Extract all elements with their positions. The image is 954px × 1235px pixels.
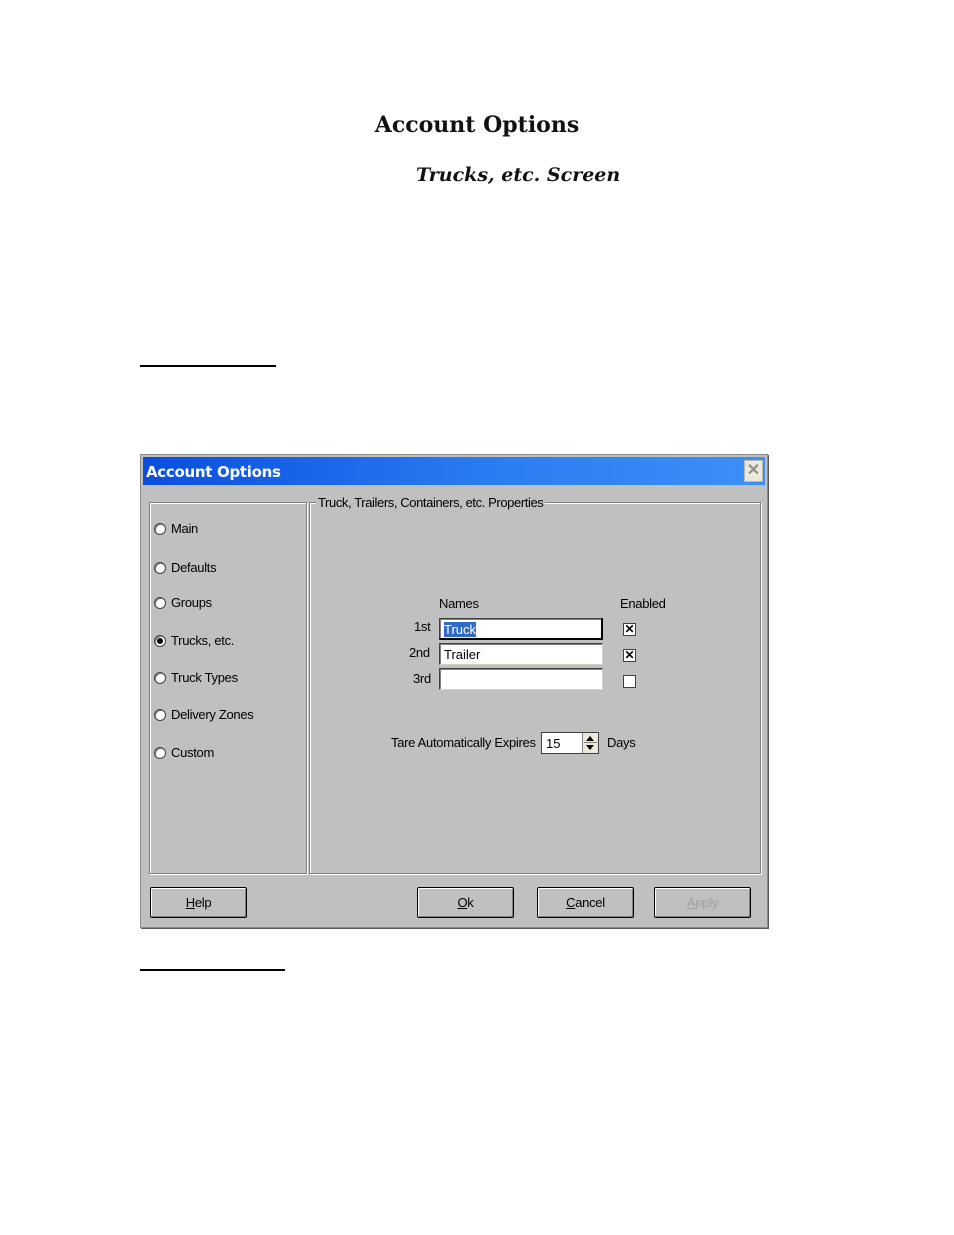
mnemonic: O [457, 895, 468, 910]
dialog-title: Account Options [146, 463, 281, 481]
tare-unit-label: Days [607, 735, 636, 750]
radio-button-icon [154, 522, 166, 535]
name-input-3rd[interactable] [439, 668, 603, 690]
document-title: Account Options [374, 112, 580, 138]
nav-radio-groups[interactable]: Groups [154, 595, 212, 610]
enabled-checkbox-3rd[interactable] [623, 675, 636, 688]
nav-radio-delivery-zones[interactable]: Delivery Zones [154, 707, 254, 722]
mnemonic: H [185, 895, 195, 910]
check-x-icon: ✕ [624, 622, 635, 636]
apply-button[interactable]: Apply [654, 887, 751, 918]
properties-group: Truck, Trailers, Containers, etc. Proper… [309, 495, 761, 874]
enabled-checkbox-1st[interactable]: ✕ [623, 623, 636, 636]
spin-down-icon[interactable] [586, 745, 594, 750]
account-options-dialog: Account Options ✕ Main Defaults Groups T… [140, 454, 768, 928]
cancel-button[interactable]: Cancel [537, 887, 634, 918]
button-label: elp [194, 895, 212, 910]
blank-underline-2 [140, 969, 285, 971]
names-header: Names [439, 596, 479, 611]
tare-days-spinner[interactable]: 15 [541, 732, 599, 754]
nav-radio-main[interactable]: Main [154, 521, 198, 536]
button-label: pply [695, 895, 719, 910]
enabled-checkbox-2nd[interactable]: ✕ [623, 649, 636, 662]
row-label-3rd: 3rd [413, 671, 431, 686]
check-x-icon: ✕ [624, 648, 635, 662]
name-input-2nd[interactable]: Trailer [439, 643, 603, 665]
row-label-2nd: 2nd [409, 645, 430, 660]
nav-radio-defaults[interactable]: Defaults [154, 560, 217, 575]
row-label-1st: 1st [414, 619, 431, 634]
close-icon: ✕ [746, 462, 761, 479]
nav-label: Main [171, 521, 198, 536]
options-nav-panel: Main Defaults Groups Trucks, etc. Truck … [149, 502, 307, 874]
spin-up-icon[interactable] [586, 736, 594, 741]
document-subtitle: Trucks, etc. Screen [416, 164, 621, 186]
spinner-value: 15 [546, 736, 561, 751]
radio-button-icon [154, 746, 166, 759]
nav-label: Groups [171, 595, 212, 610]
radio-button-icon [154, 671, 166, 684]
nav-radio-custom[interactable]: Custom [154, 745, 214, 760]
nav-radio-truck-types[interactable]: Truck Types [154, 670, 238, 685]
blank-underline-1 [140, 365, 276, 367]
button-label: k [467, 895, 474, 910]
nav-label: Custom [171, 745, 214, 760]
nav-radio-trucks[interactable]: Trucks, etc. [154, 633, 234, 648]
name-input-1st[interactable]: Truck [439, 618, 603, 640]
help-button[interactable]: Help [150, 887, 247, 918]
nav-label: Delivery Zones [171, 707, 254, 722]
input-value: Trailer [444, 647, 481, 662]
radio-button-selected-icon [154, 634, 166, 647]
tare-expires-label: Tare Automatically Expires [391, 735, 536, 750]
radio-button-icon [154, 561, 166, 574]
nav-label: Defaults [171, 560, 217, 575]
nav-label: Truck Types [171, 670, 238, 685]
button-label: ancel [575, 895, 605, 910]
mnemonic: C [566, 895, 576, 910]
ok-button[interactable]: Ok [417, 887, 514, 918]
radio-button-icon [154, 708, 166, 721]
title-bar[interactable]: Account Options ✕ [143, 457, 765, 485]
nav-label: Trucks, etc. [171, 633, 235, 648]
close-button[interactable]: ✕ [744, 460, 763, 482]
group-label: Truck, Trailers, Containers, etc. Proper… [316, 495, 546, 510]
spinner-arrows[interactable] [582, 733, 598, 753]
input-value: Truck [444, 622, 477, 637]
radio-button-icon [154, 596, 166, 609]
enabled-header: Enabled [620, 596, 666, 611]
